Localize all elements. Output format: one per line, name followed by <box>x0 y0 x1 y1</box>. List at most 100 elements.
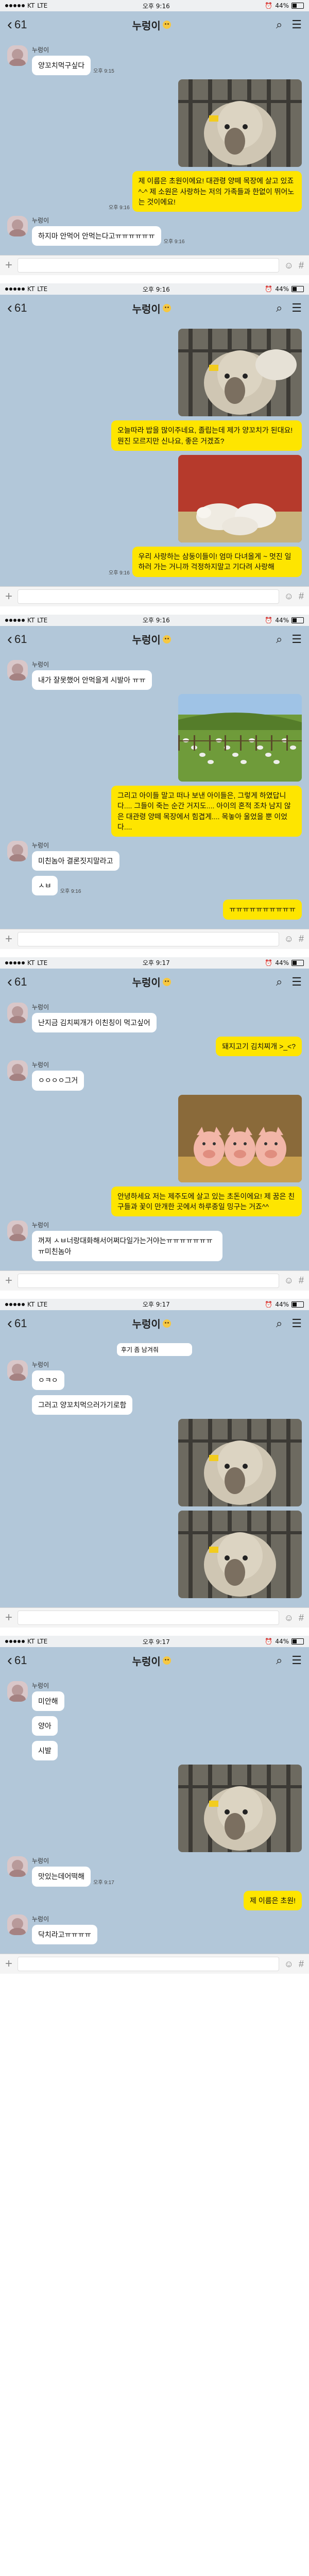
message-bubble[interactable]: ㅅㅂ <box>32 876 58 896</box>
photo-sheep[interactable] <box>178 1511 302 1599</box>
avatar[interactable] <box>7 45 28 66</box>
message-bubble[interactable]: 안녕하세요 저는 제주도에 살고 있는 초돈이에요! 제 꿈은 친구들과 꽃이 … <box>111 1186 302 1217</box>
sender-name: 누렁이 <box>32 46 49 54</box>
message-input[interactable] <box>18 1957 279 1972</box>
search-icon[interactable]: ⌕ <box>276 975 282 989</box>
input-bar: + ☺ # <box>0 1270 309 1291</box>
emoji-icon[interactable]: ☺ <box>284 1275 294 1286</box>
hash-icon[interactable]: # <box>299 1959 304 1970</box>
message-input[interactable] <box>18 1273 279 1288</box>
photo-lambs[interactable] <box>178 455 302 543</box>
message-time: 오후 9:17 <box>93 1879 114 1886</box>
status-bar: KT LTE 오후 9:17 ⏰ 44% <box>0 957 309 969</box>
search-icon[interactable]: ⌕ <box>276 1654 282 1667</box>
emoji-icon[interactable]: ☺ <box>284 1959 294 1970</box>
search-icon[interactable]: ⌕ <box>276 1317 282 1330</box>
outgoing-message: 오후 9:16 제 이름은 초원이에요! 대관령 양떼 목장에 살고 있죠 ^-^… <box>7 171 302 212</box>
message-bubble[interactable]: ㅠㅠㅠㅠㅠㅠㅠㅠㅠㅠ <box>223 900 302 920</box>
hash-icon[interactable]: # <box>299 1613 304 1623</box>
plus-icon[interactable]: + <box>5 932 12 946</box>
plus-icon[interactable]: + <box>5 1274 12 1288</box>
message-bubble[interactable]: 돼지고기 김치찌개 >_<? <box>216 1037 302 1057</box>
plus-icon[interactable]: + <box>5 1957 12 1971</box>
hash-icon[interactable]: # <box>299 934 304 944</box>
menu-icon[interactable]: ☰ <box>291 301 302 315</box>
avatar[interactable] <box>7 1681 28 1702</box>
hash-icon[interactable]: # <box>299 591 304 602</box>
message-bubble[interactable]: 하지마 안먹어 안먹는다고ㅠㅠㅠㅠㅠㅠ <box>32 226 161 246</box>
avatar[interactable] <box>7 1360 28 1381</box>
banner-text: 후기 좀 남겨줘 <box>121 1346 159 1353</box>
menu-icon[interactable]: ☰ <box>291 18 302 31</box>
plus-icon[interactable]: + <box>5 1611 12 1625</box>
emoji-icon[interactable]: ☺ <box>284 1613 294 1623</box>
message-input[interactable] <box>18 589 279 604</box>
back-button[interactable]: ‹ 61 <box>7 1315 27 1331</box>
photo-sheep[interactable] <box>178 79 302 167</box>
screen-separator <box>0 275 309 284</box>
message-input[interactable] <box>18 931 279 946</box>
alarm-icon: ⏰ <box>265 2 273 9</box>
message-bubble[interactable]: 미안해 <box>32 1691 64 1711</box>
battery-label: 44% <box>275 1638 289 1646</box>
emoji-icon[interactable]: ☺ <box>284 934 294 944</box>
photo-sheep[interactable] <box>178 1765 302 1853</box>
message-bubble[interactable]: 시발 <box>32 1741 58 1761</box>
back-button[interactable]: ‹ 61 <box>7 17 27 32</box>
hash-icon[interactable]: # <box>299 260 304 271</box>
message-bubble[interactable]: ㅇㅋㅇ <box>32 1370 64 1391</box>
search-icon[interactable]: ⌕ <box>276 633 282 646</box>
chat-header: ‹ 61 누렁이 ⌕ ☰ <box>0 968 309 995</box>
battery-icon <box>291 3 304 9</box>
menu-icon[interactable]: ☰ <box>291 975 302 989</box>
message-input[interactable] <box>18 1611 279 1625</box>
message-bubble[interactable]: 양꼬치먹구싶다 <box>32 56 91 76</box>
chat-header: ‹ 61 누렁이 ⌕ ☰ <box>0 295 309 322</box>
message-bubble[interactable]: 내가 잘못했어 안먹을게 시발아 ㅠㅠ <box>32 670 152 690</box>
message-bubble[interactable]: 미친놈아 결론짓지말라고 <box>32 851 119 871</box>
emoji-icon[interactable]: ☺ <box>284 260 294 271</box>
back-button[interactable]: ‹ 61 <box>7 974 27 990</box>
search-icon[interactable]: ⌕ <box>276 301 282 315</box>
message-input[interactable] <box>18 258 279 273</box>
back-button[interactable]: ‹ 61 <box>7 300 27 316</box>
message-bubble[interactable]: ㅇㅇㅇㅇ그거 <box>32 1071 84 1091</box>
plus-icon[interactable]: + <box>5 258 12 273</box>
avatar[interactable] <box>7 1221 28 1242</box>
message-bubble[interactable]: 우리 사랑하는 삼둥이들이! 엄마 다녀올게 ~ 멋진 일 하러 가는 거니까 … <box>132 547 302 577</box>
avatar[interactable] <box>7 1060 28 1081</box>
pinned-banner[interactable]: 후기 좀 남겨줘 <box>117 1343 192 1356</box>
photo-sheep[interactable] <box>178 1419 302 1507</box>
message-bubble[interactable]: 제 이름은 초원이에요! 대관령 양떼 목장에 살고 있죠 ^-^ 제 소원은 … <box>132 171 302 212</box>
avatar[interactable] <box>7 216 28 237</box>
photo-sheep2[interactable] <box>178 329 302 417</box>
back-button[interactable]: ‹ 61 <box>7 631 27 647</box>
photo-pasture[interactable] <box>178 693 302 782</box>
message-bubble[interactable]: 오늘따라 밥을 많이주네요, 졸립는데 제가 양꼬치가 된대요! 뭔진 모르지만… <box>111 420 302 451</box>
message-bubble[interactable]: 맛있는데어떡해 <box>32 1867 91 1887</box>
emoji-icon[interactable]: ☺ <box>284 591 294 602</box>
menu-icon[interactable]: ☰ <box>291 633 302 646</box>
avatar[interactable] <box>7 659 28 681</box>
message-list: 누렁이 양꼬치먹구싶다 오후 9:15 오후 9:16 제 이름은 초원이에요! 대관령… <box>0 38 309 255</box>
message-bubble[interactable]: 그리고 아이들 말고 떠나 보낸 아이들은, 그렇게 하였답니다.... 그들이… <box>111 785 302 837</box>
message-bubble[interactable]: 양아 <box>32 1716 58 1736</box>
avatar[interactable] <box>7 1914 28 1936</box>
photo-piglets[interactable] <box>178 1094 302 1182</box>
avatar[interactable] <box>7 1856 28 1877</box>
avatar[interactable] <box>7 1002 28 1023</box>
avatar[interactable] <box>7 841 28 862</box>
message-bubble[interactable]: 그러고 양꼬치먹으러가기로함 <box>32 1395 133 1415</box>
plus-icon[interactable]: + <box>5 589 12 604</box>
hash-icon[interactable]: # <box>299 1275 304 1286</box>
message-bubble[interactable]: 제 이름은 초원! <box>244 1890 302 1911</box>
back-button[interactable]: ‹ 61 <box>7 1653 27 1668</box>
menu-icon[interactable]: ☰ <box>291 1317 302 1330</box>
menu-icon[interactable]: ☰ <box>291 1654 302 1667</box>
chat-title: 누렁이 <box>132 632 171 647</box>
message-list: 누렁이 내가 잘못했어 안먹을게 시발아 ㅠㅠ 그리고 아이들 말고 떠나 보낸 아… <box>0 653 309 929</box>
message-bubble[interactable]: 꺼져 ㅅㅂ너랑대화해서어쩌다일가는거야는ㅠㅠㅠㅠㅠㅠㅠㅠ미친놈아 <box>32 1231 222 1261</box>
search-icon[interactable]: ⌕ <box>276 18 282 31</box>
message-bubble[interactable]: 닥치라고ㅠㅠㅠㅠ <box>32 1925 98 1945</box>
message-bubble[interactable]: 난지금 김치찌개가 이친칭이 먹고싶어 <box>32 1012 157 1033</box>
